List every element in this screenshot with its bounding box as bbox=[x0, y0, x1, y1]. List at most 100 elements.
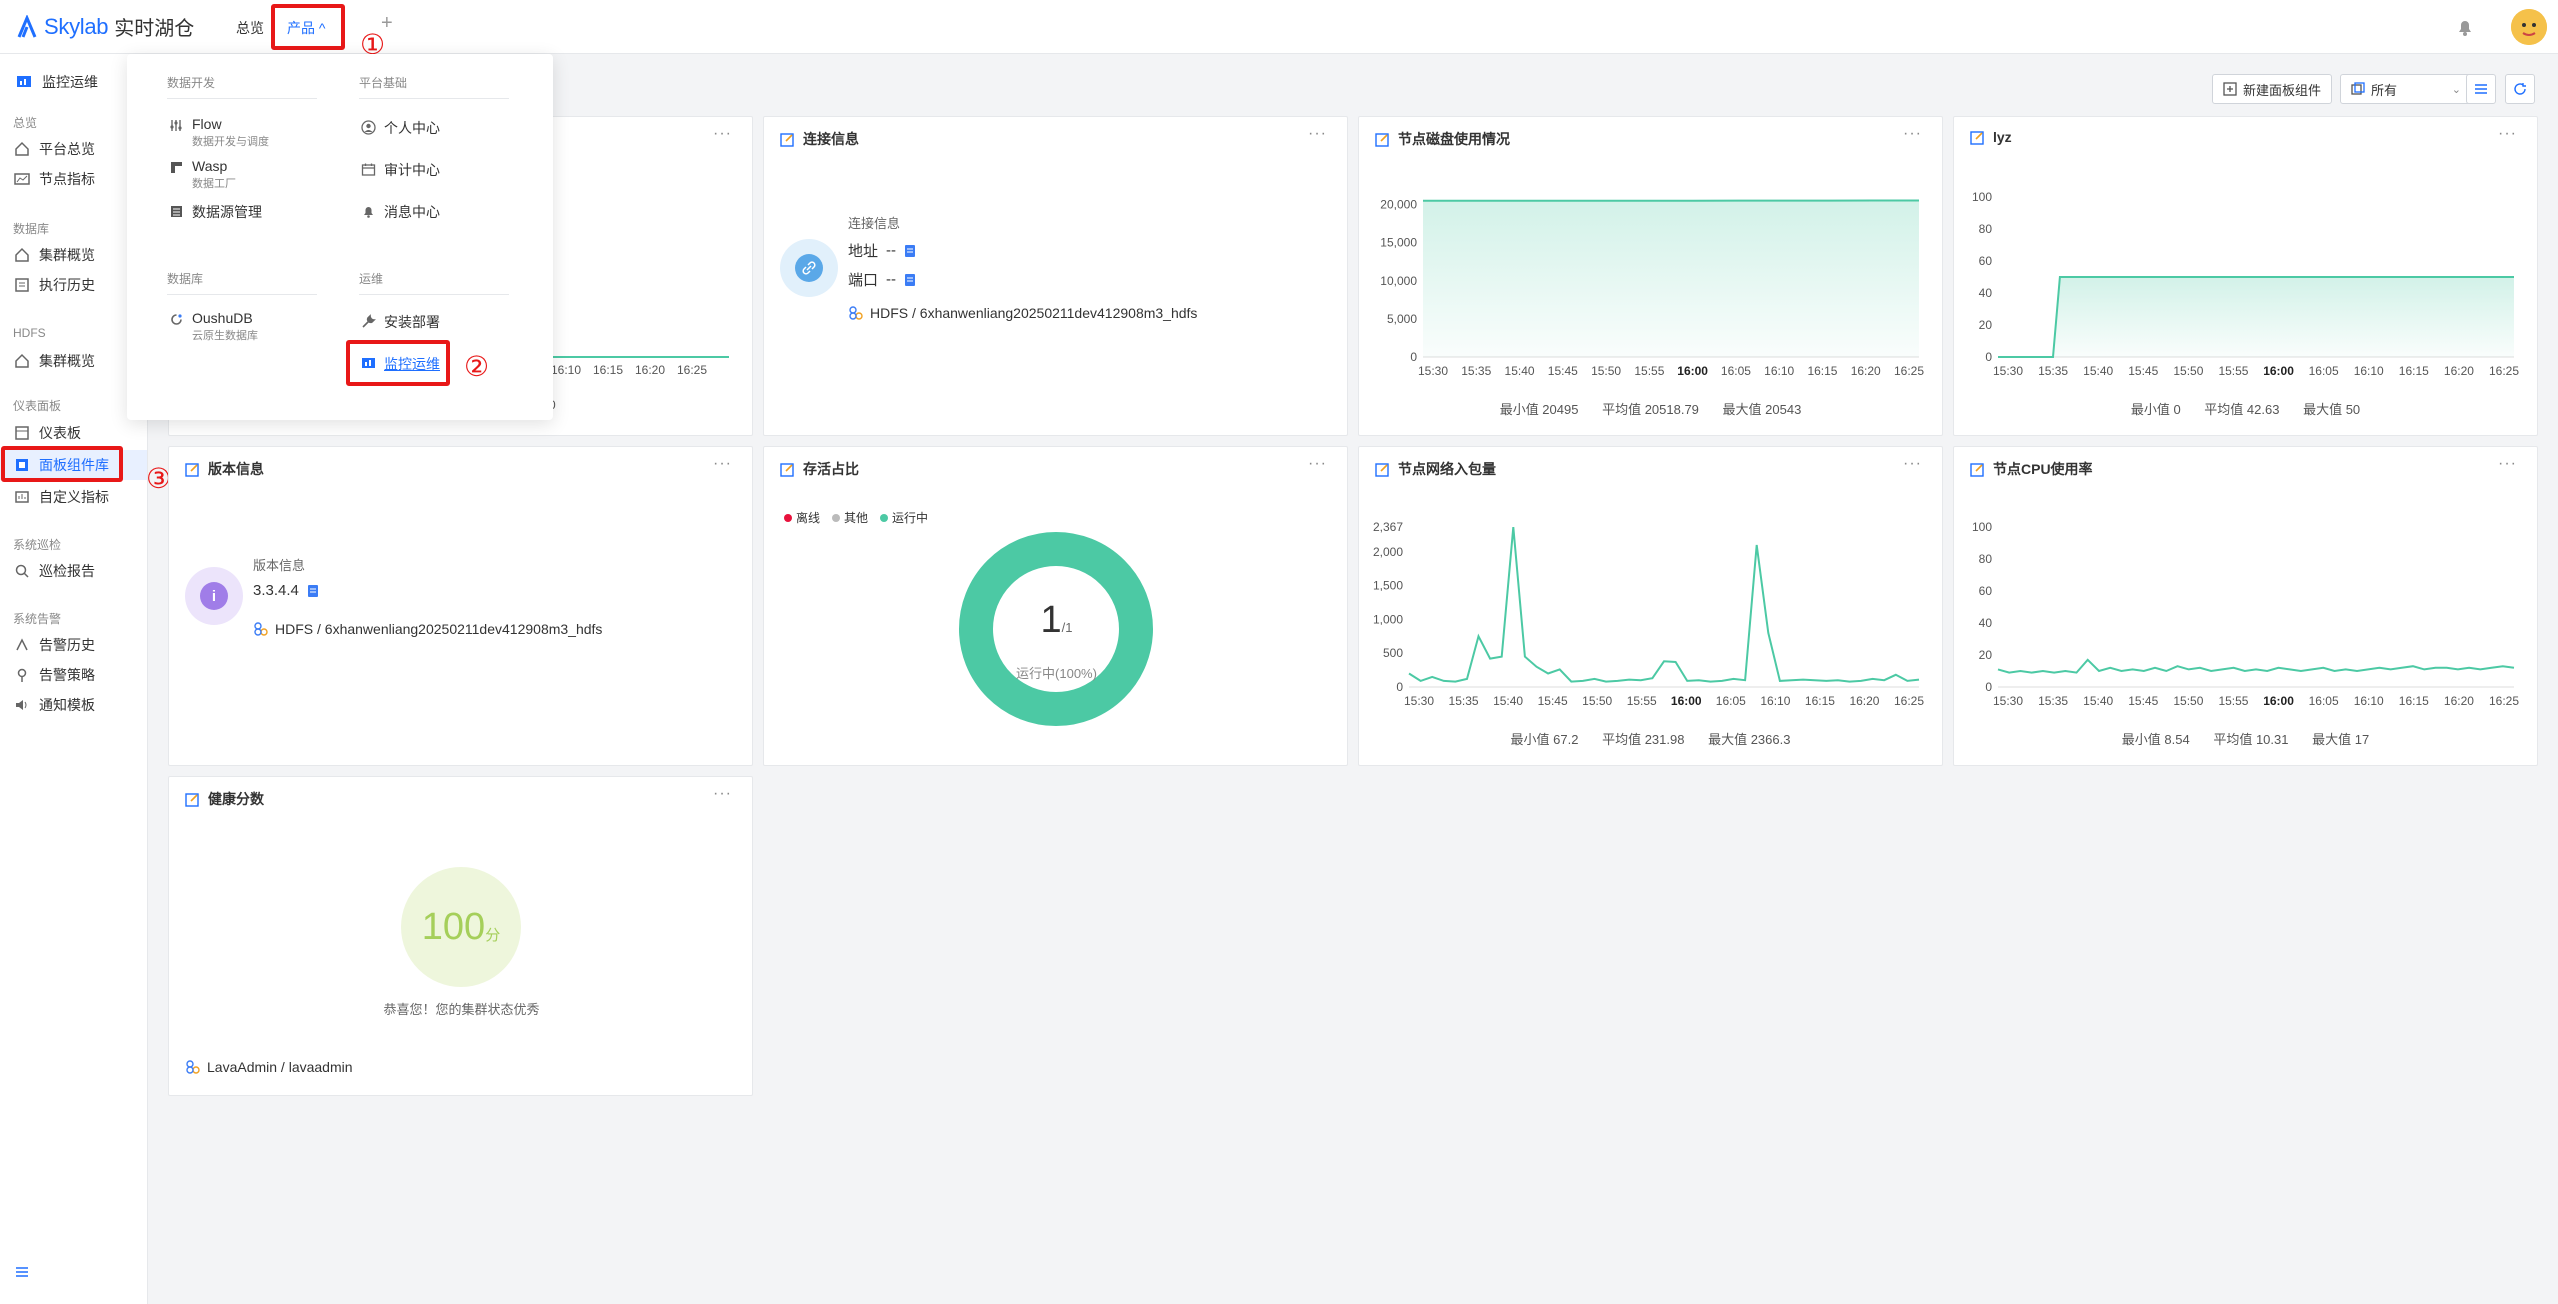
menu-item-audit-center[interactable]: 审计中心 bbox=[361, 160, 440, 180]
connection-meta: HDFS / 6xhanwenliang20250211dev412908m3_… bbox=[848, 305, 1197, 321]
nav-overview[interactable]: 总览 bbox=[236, 18, 264, 38]
stat-max: 最大值 2366.3 bbox=[1708, 732, 1791, 747]
sidebar-item-alert-history[interactable]: 告警历史 bbox=[0, 630, 147, 660]
sidebar-item-hdfs-cluster[interactable]: 集群概览 bbox=[0, 346, 147, 376]
y-tick: 0 bbox=[1985, 350, 1992, 364]
port-row: 端口 -- bbox=[848, 269, 916, 290]
chart-icon bbox=[14, 173, 30, 185]
panel-title-text: 连接信息 bbox=[803, 131, 859, 147]
lyz-chart: 0 20 40 60 80 100 15:30 15:35 15:40 15:45 15:50 15:… bbox=[1972, 190, 2519, 378]
avatar-face-icon bbox=[2511, 9, 2547, 45]
refresh-button[interactable] bbox=[2505, 74, 2535, 104]
sidebar-item-alert-policy[interactable]: 告警策略 bbox=[0, 660, 147, 690]
app-logo[interactable]: Skylab 实时湖仓 bbox=[16, 12, 194, 41]
sidebar-item-exec-history[interactable]: 执行历史 bbox=[0, 270, 147, 300]
annotation-box-product bbox=[271, 4, 345, 50]
sidebar-item-node-metrics[interactable]: 节点指标 bbox=[0, 164, 147, 194]
menu-item-flow[interactable]: Flow 数据开发与调度 bbox=[169, 116, 269, 149]
menu-item-datasource[interactable]: 数据源管理 bbox=[169, 202, 262, 222]
menu-item-oushudb[interactable]: OushuDB 云原生数据库 bbox=[169, 310, 258, 343]
sidebar-header: 监控运维 bbox=[16, 72, 98, 92]
y-tick: 40 bbox=[1979, 286, 1993, 300]
sidebar-item-inspection-report[interactable]: 巡检报告 bbox=[0, 556, 147, 586]
sidebar-item-platform-overview[interactable]: 平台总览 bbox=[0, 134, 147, 164]
sidebar: 监控运维 总览 平台总览 节点指标 数据库 集群概览 执行历史 HDFS 集群概… bbox=[0, 54, 148, 1304]
stat-avg: 平均值 10.31 bbox=[2213, 732, 2289, 747]
panel-cpu: 节点CPU使用率 ··· 0 20 40 60 80 100 15:30 15:35 15:40… bbox=[1953, 446, 2538, 766]
x-tick: 15:40 bbox=[1505, 364, 1535, 378]
divider bbox=[359, 98, 509, 99]
y-tick: 1,000 bbox=[1373, 612, 1403, 626]
filter-icon bbox=[2351, 82, 2365, 95]
list-view-button[interactable] bbox=[2466, 74, 2496, 104]
menu-item-title: Wasp bbox=[192, 158, 228, 174]
x-tick: 16:10 bbox=[551, 363, 581, 377]
stat-min: 最小值 8.54 bbox=[2121, 732, 2190, 747]
x-tick: 15:50 bbox=[2173, 364, 2203, 378]
panel-alive: 存活占比 ··· 离线 其他 运行中 1/1 运行中(100%) bbox=[763, 446, 1348, 766]
series-line[interactable] bbox=[1997, 658, 2515, 674]
x-tick: 15:35 bbox=[1461, 364, 1491, 378]
info-icon: i bbox=[200, 582, 228, 610]
cluster-icon bbox=[849, 306, 863, 320]
bell-icon[interactable] bbox=[2454, 16, 2476, 38]
dashboard-icon bbox=[15, 426, 29, 440]
menu-collapse-icon[interactable] bbox=[14, 1264, 30, 1280]
x-tick: 16:20 bbox=[2444, 364, 2474, 378]
dropdown-section-database: 数据库 bbox=[167, 272, 204, 286]
sidebar-group-overview: 总览 bbox=[13, 116, 38, 130]
copy-icon[interactable] bbox=[904, 273, 916, 287]
x-tick: 16:25 bbox=[677, 363, 707, 377]
menu-item-subtitle: 数据工厂 bbox=[192, 178, 236, 190]
more-icon[interactable]: ··· bbox=[1308, 125, 1327, 143]
copy-icon[interactable] bbox=[307, 584, 319, 598]
sidebar-item-custom-metrics[interactable]: 自定义指标 bbox=[0, 482, 147, 512]
sidebar-item-dashboard[interactable]: 仪表板 bbox=[0, 418, 147, 448]
datasource-icon bbox=[171, 206, 182, 217]
more-icon[interactable]: ··· bbox=[713, 785, 732, 803]
x-tick: 15:45 bbox=[2128, 364, 2158, 378]
new-panel-button[interactable]: 新建面板组件 bbox=[2212, 74, 2333, 104]
x-tick: 15:40 bbox=[2083, 364, 2113, 378]
y-tick: 20 bbox=[1979, 648, 1993, 662]
menu-item-title: 数据源管理 bbox=[192, 204, 262, 220]
custom-metric-icon bbox=[15, 491, 29, 503]
menu-item-wasp[interactable]: Wasp 数据工厂 bbox=[169, 158, 236, 191]
sidebar-item-notify-template[interactable]: 通知模板 bbox=[0, 690, 147, 720]
sidebar-item-label: 节点指标 bbox=[39, 171, 95, 187]
x-tick: 16:20 bbox=[1851, 364, 1881, 378]
sidebar-item-db-cluster[interactable]: 集群概览 bbox=[0, 240, 147, 270]
panel-edit-icon bbox=[780, 132, 794, 147]
y-tick: 0 bbox=[1396, 680, 1403, 694]
x-tick: 15:40 bbox=[1493, 694, 1523, 708]
port-label: 端口 bbox=[848, 272, 879, 289]
copy-icon[interactable] bbox=[904, 244, 916, 258]
filter-select[interactable]: 所有 ⌄ bbox=[2340, 74, 2472, 104]
avatar[interactable] bbox=[2511, 9, 2547, 45]
stat-min: 最小值 0 bbox=[2130, 402, 2181, 417]
flow-icon bbox=[170, 120, 182, 131]
more-icon[interactable]: ··· bbox=[713, 455, 732, 473]
calendar-icon bbox=[361, 163, 376, 176]
x-tick: 15:50 bbox=[2173, 694, 2203, 708]
panel-connection: 连接信息 ··· 连接信息 地址 -- 端口 -- HDFS / 6xhanwe… bbox=[763, 116, 1348, 436]
menu-item-install-deploy[interactable]: 安装部署 bbox=[361, 312, 440, 332]
link-icon bbox=[795, 254, 823, 282]
sidebar-item-label: 通知模板 bbox=[39, 697, 95, 713]
menu-item-personal-center[interactable]: 个人中心 bbox=[361, 118, 440, 138]
add-panel-icon bbox=[2223, 82, 2237, 96]
panel-health: 健康分数 ··· 100 分 恭喜您！您的集群状态优秀 LavaAdmin / … bbox=[168, 776, 753, 1096]
x-tick: 16:25 bbox=[1894, 694, 1924, 708]
x-tick: 15:35 bbox=[2038, 364, 2068, 378]
sidebar-group-alerts: 系统告警 bbox=[13, 612, 62, 626]
bell-icon bbox=[364, 207, 373, 218]
version-info-block: 版本信息 3.3.4.4 bbox=[253, 555, 319, 599]
series-line[interactable] bbox=[1408, 527, 1920, 683]
new-panel-label: 新建面板组件 bbox=[2243, 82, 2322, 98]
menu-item-message-center[interactable]: 消息中心 bbox=[361, 202, 440, 222]
y-tick: 0 bbox=[1985, 680, 1992, 694]
x-tick: 15:45 bbox=[2128, 694, 2158, 708]
connection-info-block: 连接信息 地址 -- 端口 -- bbox=[848, 213, 916, 290]
x-tick: 15:30 bbox=[1993, 364, 2023, 378]
y-tick: 20,000 bbox=[1380, 198, 1417, 212]
